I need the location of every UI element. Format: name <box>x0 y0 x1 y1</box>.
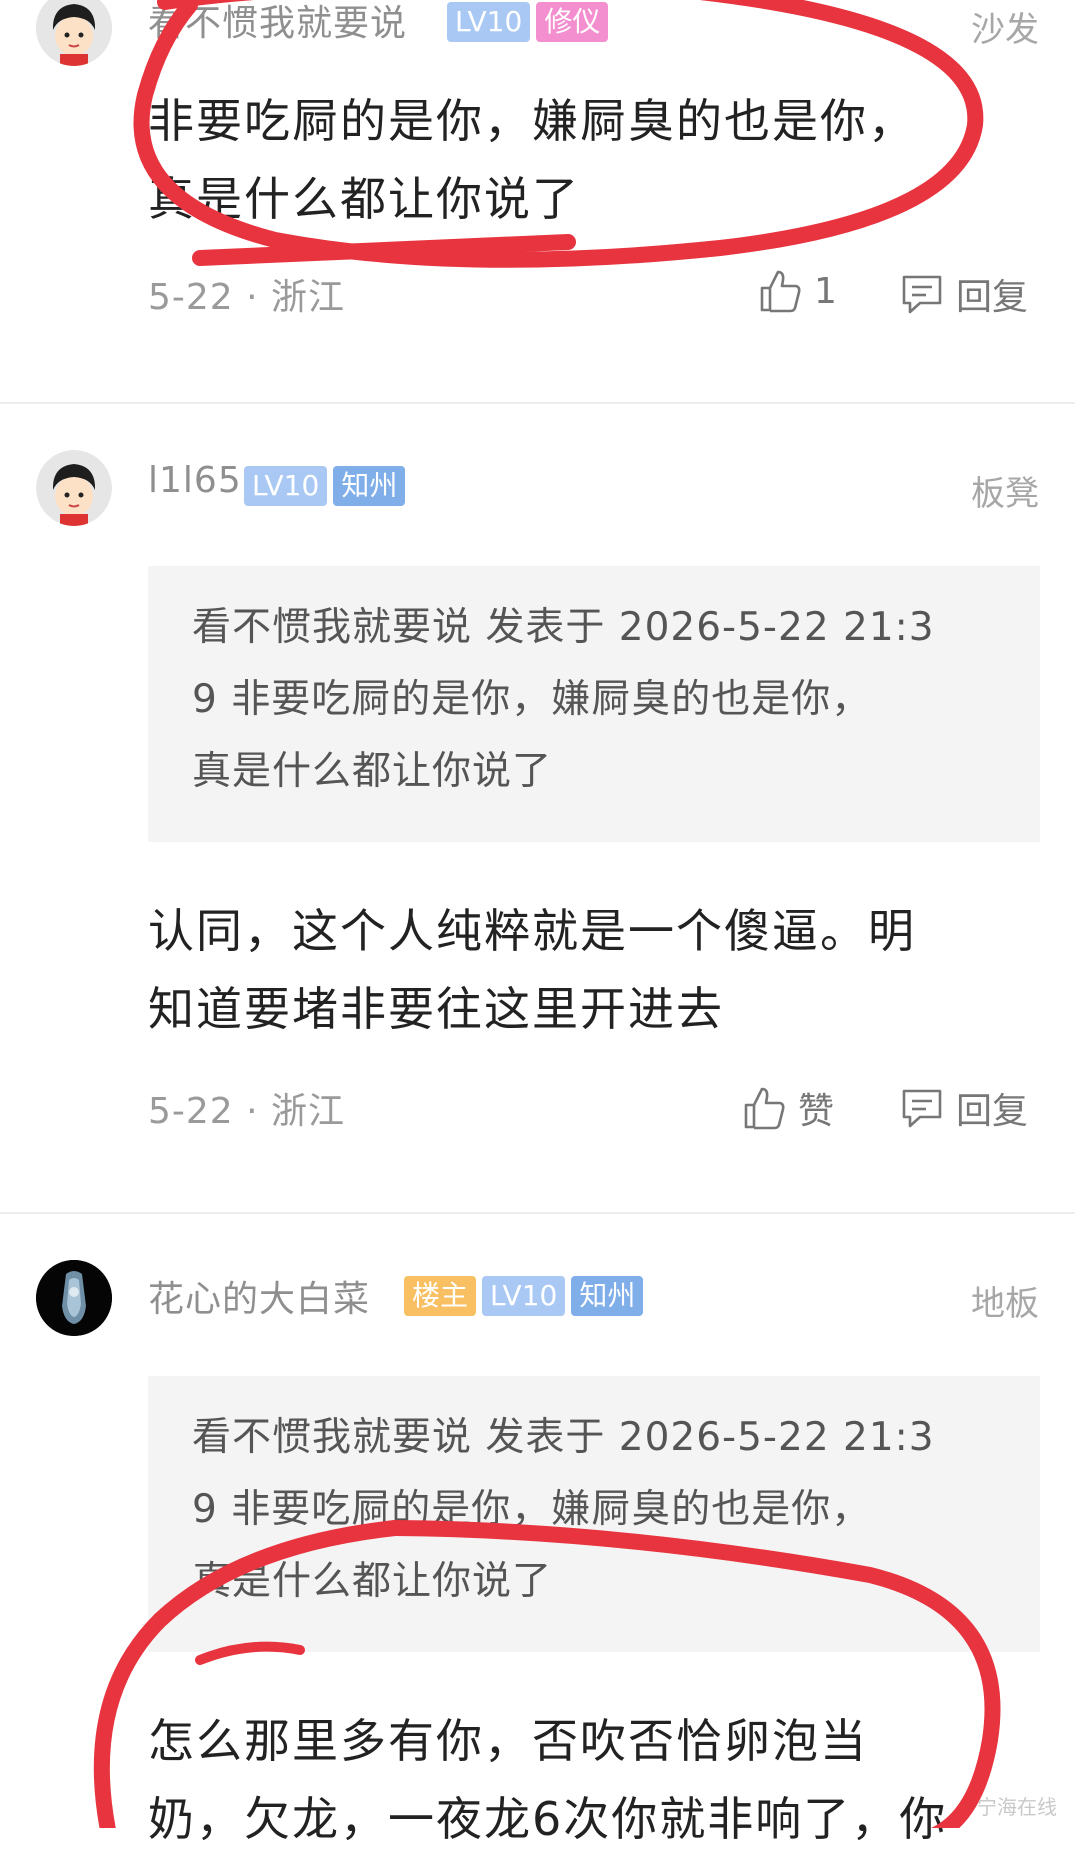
rank-badge: 知州 <box>571 1276 644 1316</box>
quote-line: 看不惯我就要说 发表于 2026-5-22 21:3 <box>192 1415 935 1460</box>
content-line: 非要吃屙的是你，嫌屙臭的也是你， <box>148 94 916 148</box>
content-line: 真是什么都让你说了 <box>148 172 580 226</box>
reply-button[interactable]: 回复 <box>900 268 1028 320</box>
rank-badge: 修仪 <box>536 2 609 42</box>
reply-label: 回复 <box>956 1091 1029 1132</box>
thumb-up-icon <box>744 1087 785 1130</box>
content-line: 奶，欠龙，一夜龙6次你就非响了，你 <box>148 1792 948 1846</box>
username[interactable]: l1l65 <box>148 460 242 501</box>
like-label: 赞 <box>798 1091 835 1132</box>
username[interactable]: 看不惯我就要说 <box>148 0 407 46</box>
floor-label: 板凳 <box>971 474 1039 514</box>
floor-label: 地板 <box>971 1284 1039 1324</box>
level-badge: LV10 <box>482 1276 566 1316</box>
quoted-reply: 看不惯我就要说 发表于 2026-5-22 21:3 9 非要吃屙的是你，嫌屙臭… <box>148 566 1040 842</box>
comment-content: 非要吃屙的是你，嫌屙臭的也是你， 真是什么都让你说了 <box>148 82 988 238</box>
avatar-girl-icon[interactable] <box>36 0 112 66</box>
post-meta: 5-22 · 浙江 <box>148 1091 346 1132</box>
rank-badge: 知州 <box>333 466 406 506</box>
floor-label: 沙发 <box>971 10 1039 50</box>
level-badge: LV10 <box>244 466 328 506</box>
content-line: 知道要堵非要往这里开进去 <box>148 982 724 1036</box>
content-line: 怎么那里多有你，否吹否恰卵泡当 <box>148 1714 868 1768</box>
like-button[interactable]: 赞 <box>742 1082 834 1134</box>
divider <box>0 1212 1075 1214</box>
username[interactable]: 花心的大白菜 <box>148 1270 370 1322</box>
quoted-reply: 看不惯我就要说 发表于 2026-5-22 21:3 9 非要吃屙的是你，嫌屙臭… <box>148 1376 1040 1652</box>
like-count: 1 <box>814 270 837 312</box>
level-badge: LV10 <box>447 2 531 42</box>
avatar-jade-icon[interactable] <box>36 1260 112 1336</box>
comment-bubble-icon <box>902 275 942 314</box>
site-watermark: 宁海在线 <box>977 1795 1057 1819</box>
reply-label: 回复 <box>956 277 1029 318</box>
content-line: 认同，这个人纯粹就是一个傻逼。明 <box>148 904 916 958</box>
avatar-girl-icon[interactable] <box>36 450 112 526</box>
quote-line: 真是什么都让你说了 <box>192 1559 553 1604</box>
thumb-up-icon <box>760 270 801 313</box>
quote-line: 真是什么都让你说了 <box>192 749 553 794</box>
like-button[interactable]: 1 <box>758 268 837 314</box>
post-meta: 5-22 · 浙江 <box>148 277 346 318</box>
reply-button[interactable]: 回复 <box>900 1082 1028 1134</box>
op-badge: 楼主 <box>404 1276 477 1316</box>
comment-bubble-icon <box>902 1089 942 1128</box>
quote-line: 看不惯我就要说 发表于 2026-5-22 21:3 <box>192 605 935 650</box>
comment-content: 认同，这个人纯粹就是一个傻逼。明 知道要堵非要往这里开进去 <box>148 892 988 1048</box>
quote-line: 9 非要吃屙的是你，嫌屙臭的也是你， <box>192 1487 872 1532</box>
divider <box>0 402 1075 404</box>
quote-line: 9 非要吃屙的是你，嫌屙臭的也是你， <box>192 677 872 722</box>
comment-content: 怎么那里多有你，否吹否恰卵泡当 奶，欠龙，一夜龙6次你就非响了，你 <box>148 1702 988 1858</box>
